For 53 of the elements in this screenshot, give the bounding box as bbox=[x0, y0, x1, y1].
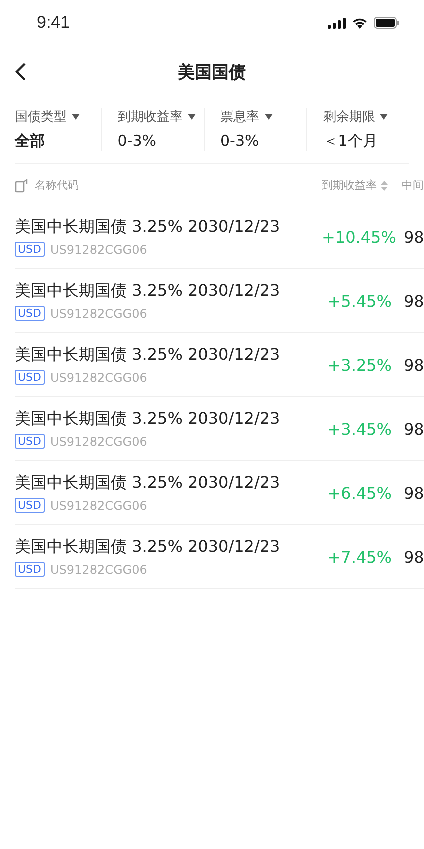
price-value: 98 bbox=[404, 228, 424, 246]
status-time: 9:41 bbox=[37, 13, 70, 33]
bond-row[interactable]: 美国中长期国债 3.25% 2030/12/23 USD US91282CGG06 +3.45% 98 bbox=[15, 397, 424, 461]
dropdown-triangle-icon bbox=[380, 114, 388, 120]
currency-tag: USD bbox=[15, 562, 45, 577]
filter-dropdown[interactable]: 国债类型 全部 bbox=[15, 108, 101, 151]
currency-tag: USD bbox=[15, 242, 45, 257]
bond-code: US91282CGG06 bbox=[50, 434, 148, 448]
filter-dropdown[interactable]: 剩余期限 ＜1个月 bbox=[306, 108, 409, 151]
column-header: 名称代码 bbox=[35, 178, 79, 193]
yield-value: +3.45% bbox=[326, 420, 392, 438]
currency-tag: USD bbox=[15, 498, 45, 513]
dropdown-triangle-icon bbox=[72, 114, 80, 120]
filter-dropdown[interactable]: 票息率 0-3% bbox=[204, 108, 306, 151]
page-title: 美国国债 bbox=[178, 62, 246, 84]
bond-code: US91282CGG06 bbox=[50, 562, 148, 576]
wifi-icon bbox=[352, 17, 368, 29]
bond-code: US91282CGG06 bbox=[50, 498, 148, 512]
price-value: 98 bbox=[404, 356, 424, 374]
yield-value: +6.45% bbox=[326, 484, 392, 502]
bond-row[interactable]: 美国中长期国债 3.25% 2030/12/23 USD US91282CGG06 +10.45% 98 bbox=[15, 205, 424, 269]
bond-name: 美国中长期国债 3.25% 2030/12/23 bbox=[15, 409, 282, 430]
bond-row[interactable]: 美国中长期国债 3.25% 2030/12/23 USD US91282CGG06 +7.45% 98 bbox=[15, 525, 424, 589]
bond-name: 美国中长期国债 3.25% 2030/12/23 bbox=[15, 537, 282, 558]
bond-name: 美国中长期国债 3.25% 2030/12/23 bbox=[15, 473, 282, 494]
signal-icon bbox=[328, 18, 346, 28]
sort-icon bbox=[381, 180, 388, 190]
bond-code: US91282CGG06 bbox=[50, 306, 148, 320]
price-value: 98 bbox=[404, 484, 424, 502]
currency-tag: USD bbox=[15, 370, 45, 385]
back-icon[interactable] bbox=[15, 63, 27, 81]
yield-value: +5.45% bbox=[326, 292, 392, 310]
bond-row[interactable]: 美国中长期国债 3.25% 2030/12/23 USD US91282CGG06 +6.45% 98 bbox=[15, 461, 424, 525]
bond-name: 美国中长期国债 3.25% 2030/12/23 bbox=[15, 217, 282, 238]
price-value: 98 bbox=[404, 548, 424, 566]
currency-tag: USD bbox=[15, 306, 45, 321]
column-header: 中间 bbox=[402, 178, 424, 193]
yield-value: +7.45% bbox=[326, 548, 392, 566]
transfer-icon[interactable] bbox=[15, 178, 29, 192]
bond-name: 美国中长期国债 3.25% 2030/12/23 bbox=[15, 281, 282, 302]
bond-row[interactable]: 美国中长期国债 3.25% 2030/12/23 USD US91282CGG06 +3.25% 98 bbox=[15, 333, 424, 397]
dropdown-triangle-icon bbox=[264, 114, 272, 120]
yield-value: +3.25% bbox=[326, 356, 392, 374]
battery-icon bbox=[374, 17, 400, 29]
bond-row[interactable]: 美国中长期国债 3.25% 2030/12/23 USD US91282CGG06 +5.45% 98 bbox=[15, 269, 424, 333]
currency-tag: USD bbox=[15, 434, 45, 449]
dropdown-triangle-icon bbox=[188, 114, 196, 120]
price-value: 98 bbox=[404, 292, 424, 310]
filter-dropdown[interactable]: 到期收益率 0-3% bbox=[100, 108, 204, 151]
bond-code: US91282CGG06 bbox=[50, 370, 148, 384]
bond-code: US91282CGG06 bbox=[50, 242, 148, 256]
bond-name: 美国中长期国债 3.25% 2030/12/23 bbox=[15, 345, 282, 366]
price-value: 98 bbox=[404, 420, 424, 438]
